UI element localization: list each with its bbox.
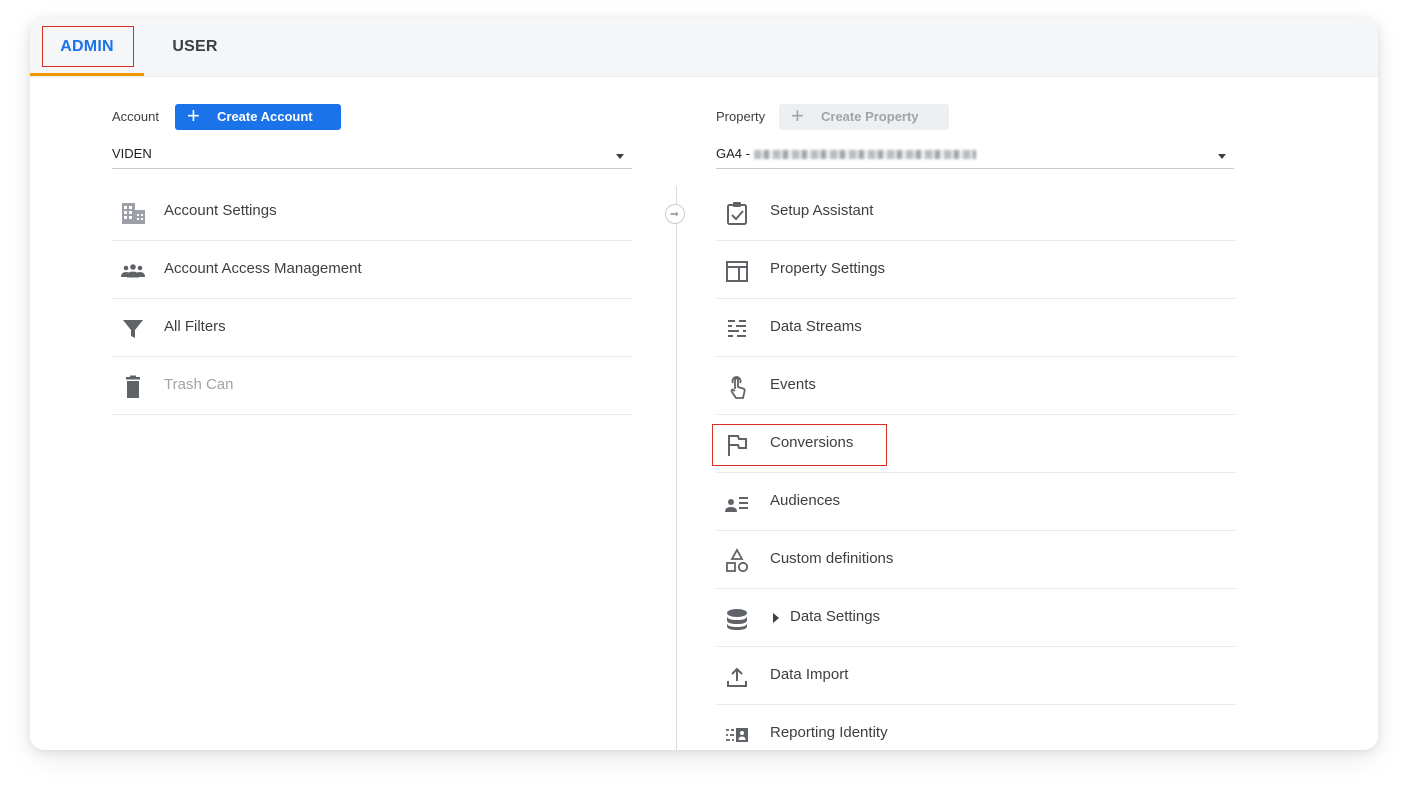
property-select[interactable]: GA4 -: [716, 144, 1234, 169]
menu-item-label: Data Import: [770, 666, 849, 683]
menu-item-label: Property Settings: [770, 260, 886, 277]
trash-icon: [126, 375, 140, 398]
data-settings-item[interactable]: Data Settings: [716, 590, 1236, 647]
menu-item-label: All Filters: [164, 318, 226, 335]
account-settings-item[interactable]: Account Settings: [112, 184, 632, 241]
menu-item-label: Data Streams: [770, 318, 862, 335]
layout-icon: [726, 261, 748, 282]
reporting-identity-item[interactable]: Reporting Identity: [716, 706, 1236, 750]
menu-item-label: Events: [770, 376, 816, 393]
menu-item-label: Audiences: [770, 492, 841, 509]
events-item[interactable]: Events: [716, 358, 1236, 415]
property-label: Property: [716, 109, 766, 124]
data-import-item[interactable]: Data Import: [716, 648, 1236, 705]
menu-item-label: Account Access Management: [164, 260, 362, 277]
tab-user[interactable]: USER: [162, 18, 228, 76]
touch-icon: [730, 376, 746, 399]
create-account-label: Create Account: [217, 109, 313, 124]
custom-definitions-item[interactable]: Custom definitions: [716, 532, 1236, 589]
account-select[interactable]: VIDEN: [112, 144, 632, 169]
flag-icon: [728, 435, 747, 456]
menu-item-label: Custom definitions: [770, 550, 894, 567]
create-account-button[interactable]: + Create Account: [175, 104, 341, 130]
database-icon: [727, 609, 747, 630]
column-divider: [676, 186, 677, 750]
admin-panel: ADMIN USER Account + Create Account VIDE…: [30, 18, 1378, 750]
filter-icon: [123, 320, 143, 338]
menu-item-label: Conversions: [770, 434, 854, 451]
upload-icon: [727, 667, 747, 687]
dropdown-arrow-icon: [1218, 154, 1226, 159]
property-select-value: GA4 -: [716, 146, 750, 161]
plus-icon: +: [187, 103, 200, 128]
account-select-value: VIDEN: [112, 146, 152, 161]
all-filters-item[interactable]: All Filters: [112, 300, 632, 357]
plus-icon: +: [791, 103, 804, 128]
menu-item-label: Trash Can: [164, 376, 234, 393]
menu-item-label: Setup Assistant: [770, 202, 874, 219]
menu-item-label: Account Settings: [164, 202, 277, 219]
tab-admin[interactable]: ADMIN: [30, 18, 144, 76]
setup-assistant-item[interactable]: Setup Assistant: [716, 184, 1236, 241]
checklist-icon: [727, 202, 747, 225]
redacted-property-name: [754, 150, 976, 159]
audiences-item[interactable]: Audiences: [716, 474, 1236, 531]
conversions-item[interactable]: Conversions: [716, 416, 1236, 473]
tab-bar: ADMIN USER: [30, 18, 1378, 77]
create-property-button: + Create Property: [779, 104, 949, 130]
identity-icon: [726, 728, 748, 742]
expand-caret-icon[interactable]: [773, 613, 779, 623]
create-property-label: Create Property: [821, 109, 919, 124]
account-label: Account: [112, 109, 159, 124]
trash-can-item: Trash Can: [112, 358, 632, 415]
property-settings-item[interactable]: Property Settings: [716, 242, 1236, 299]
data-streams-item[interactable]: Data Streams: [716, 300, 1236, 357]
building-icon: [122, 203, 145, 224]
account-access-management-item[interactable]: Account Access Management: [112, 242, 632, 299]
dropdown-arrow-icon: [616, 154, 624, 159]
forward-arrow-icon: [665, 204, 685, 224]
audience-icon: [725, 497, 748, 512]
streams-icon: [728, 320, 746, 337]
menu-item-label: Data Settings: [790, 608, 881, 625]
shapes-icon: [726, 548, 749, 573]
people-icon: [121, 264, 145, 278]
menu-item-label: Reporting Identity: [770, 724, 888, 741]
active-tab-indicator: [30, 73, 144, 76]
